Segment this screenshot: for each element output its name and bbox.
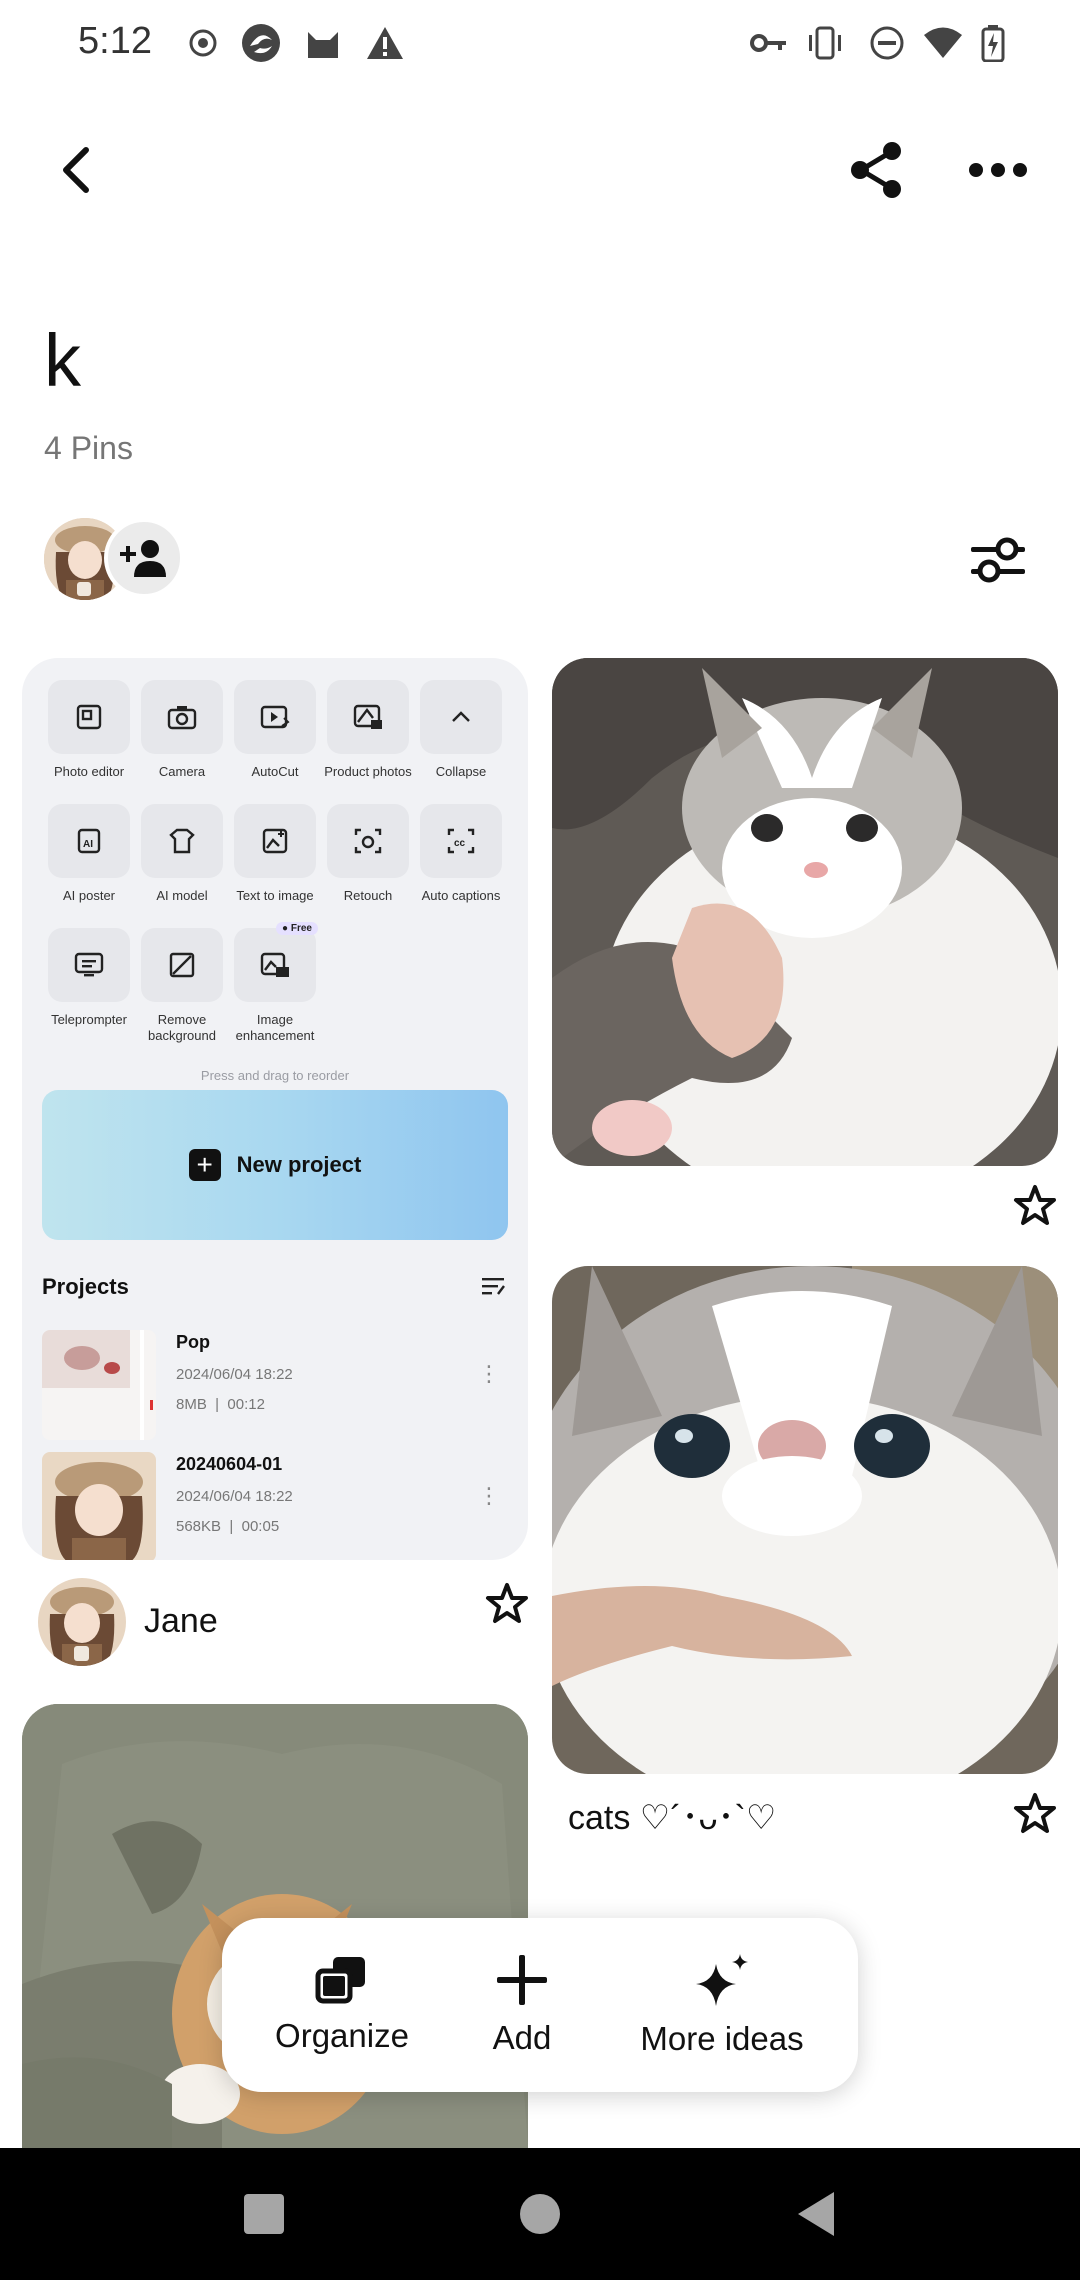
filter-button[interactable] <box>966 528 1030 592</box>
pin-author-avatar[interactable] <box>38 1578 126 1666</box>
auto-captions-icon: cc <box>420 804 502 878</box>
svg-text:cc: cc <box>454 838 466 849</box>
retouch-icon <box>327 804 409 878</box>
autocut-icon <box>234 680 316 754</box>
organize-button[interactable]: Organize <box>262 1918 422 2092</box>
teleprompter-icon <box>48 928 130 1002</box>
add-person-icon <box>120 540 166 577</box>
triangle-back-icon <box>798 2192 834 2236</box>
share-icon <box>851 142 901 198</box>
tool-collapse: Collapse <box>420 680 502 780</box>
home-button[interactable] <box>512 2186 568 2242</box>
browser-icon <box>240 22 282 64</box>
more-ideas-button[interactable]: More ideas <box>622 1918 822 2092</box>
project-thumbnail <box>42 1330 156 1440</box>
share-button[interactable] <box>846 140 906 200</box>
more-vertical-icon: ⋮ <box>478 1361 500 1386</box>
record-icon <box>182 22 224 64</box>
warning-icon <box>364 22 406 64</box>
organize-icon <box>315 1957 365 2004</box>
tool-auto-captions: cc Auto captions <box>420 804 502 904</box>
tool-teleprompter: Teleprompter <box>48 928 130 1028</box>
tool-camera: Camera <box>141 680 223 780</box>
tool-ai-model: AI model <box>141 804 223 904</box>
product-photos-icon <box>327 680 409 754</box>
ai-model-icon <box>141 804 223 878</box>
project-thumbnail <box>42 1452 156 1560</box>
tool-autocut: AutoCut <box>234 680 316 780</box>
plus-icon <box>497 1955 547 2005</box>
remove-background-icon <box>141 928 223 1002</box>
status-bar: 5:12 <box>0 0 1080 88</box>
favorite-button[interactable] <box>480 1576 534 1630</box>
reorder-hint: Press and drag to reorder <box>200 1068 350 1083</box>
tool-product-photos: Product photos <box>324 680 412 780</box>
text-to-image-icon <box>234 804 316 878</box>
star-icon <box>1014 1793 1056 1833</box>
more-horizontal-icon <box>969 163 1027 177</box>
add-collaborator-button[interactable] <box>104 518 184 598</box>
tool-photo-editor: Photo editor <box>48 680 130 780</box>
svg-text:AI: AI <box>83 839 93 850</box>
tool-text-to-image: Text to image <box>234 804 316 904</box>
sort-icon <box>482 1276 506 1301</box>
pin-caption[interactable]: cats ♡´･ᴗ･`♡ <box>568 1790 776 1839</box>
project-row: Pop 2024/06/04 18:22 8MB | 00:12 ⋮ <box>42 1330 508 1440</box>
board-action-bar: Organize Add More ideas <box>222 1918 858 2092</box>
tool-retouch: Retouch <box>327 804 409 904</box>
pin-cat-photo[interactable] <box>552 658 1058 1166</box>
circle-icon <box>520 2194 560 2234</box>
image-enhancement-icon: ● Free <box>234 922 318 1002</box>
free-badge: ● Free <box>276 922 318 935</box>
vpn-key-icon <box>748 22 790 64</box>
favorite-button[interactable] <box>1008 1786 1062 1840</box>
cat-closeup-image <box>552 1266 1058 1774</box>
pin-count: 4 Pins <box>44 430 133 466</box>
chevron-left-icon <box>63 147 89 193</box>
board-title: k <box>44 319 81 402</box>
add-button[interactable]: Add <box>462 1918 582 2092</box>
more-vertical-icon: ⋮ <box>478 1483 500 1508</box>
cat-app-icon <box>302 22 344 64</box>
square-icon <box>244 2194 284 2234</box>
sliders-icon <box>971 537 1025 583</box>
system-navigation-bar <box>0 2148 1080 2280</box>
projects-title: Projects <box>42 1274 129 1299</box>
tool-image-enhancement: ● Free Image enhancement <box>234 922 318 1044</box>
camera-icon <box>141 680 223 754</box>
tool-remove-background: Remove background <box>141 928 223 1044</box>
battery-charging-icon <box>972 22 1014 64</box>
back-button[interactable] <box>46 140 106 200</box>
plus-icon: + <box>188 1149 221 1181</box>
project-row: 20240604-01 2024/06/04 18:22 568KB | 00:… <box>42 1452 508 1560</box>
pin-cat-closeup[interactable] <box>552 1266 1058 1774</box>
more-options-button[interactable] <box>966 140 1030 200</box>
cat-photo-image <box>552 658 1058 1166</box>
pin-app-screenshot[interactable]: Photo editor Camera AutoCut Product phot… <box>22 658 528 1560</box>
favorite-button[interactable] <box>1008 1178 1062 1232</box>
star-icon <box>486 1583 528 1623</box>
tool-ai-poster: AI AI poster <box>48 804 130 904</box>
recents-button[interactable] <box>236 2186 292 2242</box>
status-time: 5:12 <box>78 20 152 62</box>
new-project-button: + New project <box>42 1090 508 1240</box>
pin-author-name[interactable]: Jane <box>144 1602 218 1641</box>
photo-editor-icon <box>48 680 130 754</box>
star-icon <box>1014 1185 1056 1225</box>
back-nav-button[interactable] <box>788 2186 844 2242</box>
ai-poster-icon: AI <box>48 804 130 878</box>
chevron-up-icon <box>420 680 502 754</box>
dnd-icon <box>866 22 908 64</box>
vibrate-icon <box>804 22 846 64</box>
wifi-icon <box>922 22 964 64</box>
sparkle-icon <box>696 1954 748 2006</box>
